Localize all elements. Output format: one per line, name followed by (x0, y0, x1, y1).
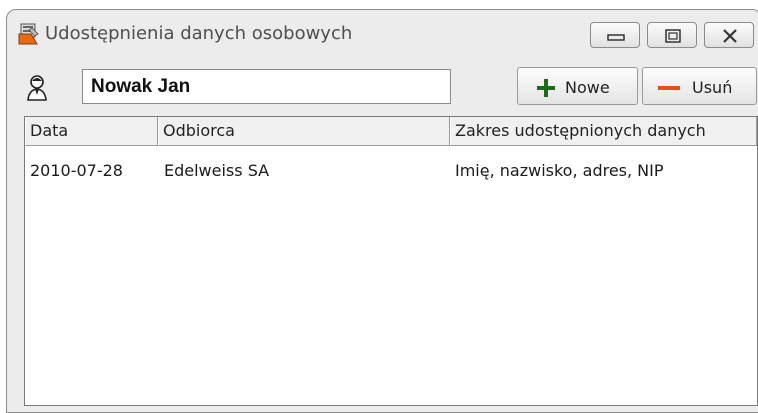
maximize-button[interactable] (647, 22, 697, 48)
new-button[interactable]: Nowe (517, 67, 638, 105)
app-icon (18, 23, 39, 45)
close-icon (723, 29, 737, 43)
minimize-button[interactable] (590, 22, 640, 48)
new-button-label: Nowe (565, 78, 610, 97)
close-button[interactable] (704, 22, 754, 48)
plus-icon (537, 79, 555, 97)
minimize-icon (607, 34, 625, 41)
row-recipient: Edelweiss SA (164, 161, 270, 180)
minus-icon (658, 86, 680, 90)
row-scope: Imię, nazwisko, adres, NIP (455, 161, 664, 180)
column-header-recipient[interactable]: Odbiorca (158, 117, 450, 146)
delete-button-label: Usuń (692, 78, 733, 97)
person-icon (27, 75, 47, 101)
row-date: 2010-07-28 (30, 161, 123, 180)
column-header-scope[interactable]: Zakres udostępnionych danych (450, 117, 757, 146)
title-bar[interactable]: Udostępnienia danych osobowych (7, 10, 758, 56)
person-name-field[interactable]: Nowak Jan (82, 69, 451, 104)
sharing-list[interactable]: Data Odbiorca Zakres udostępnionych dany… (24, 116, 758, 406)
window-title: Udostępnienia danych osobowych (45, 23, 353, 44)
delete-button[interactable]: Usuń (642, 67, 757, 105)
maximize-icon (665, 29, 681, 43)
main-window: Udostępnienia danych osobowych Nowak Jan (6, 9, 758, 413)
column-header-date[interactable]: Data (25, 117, 158, 146)
